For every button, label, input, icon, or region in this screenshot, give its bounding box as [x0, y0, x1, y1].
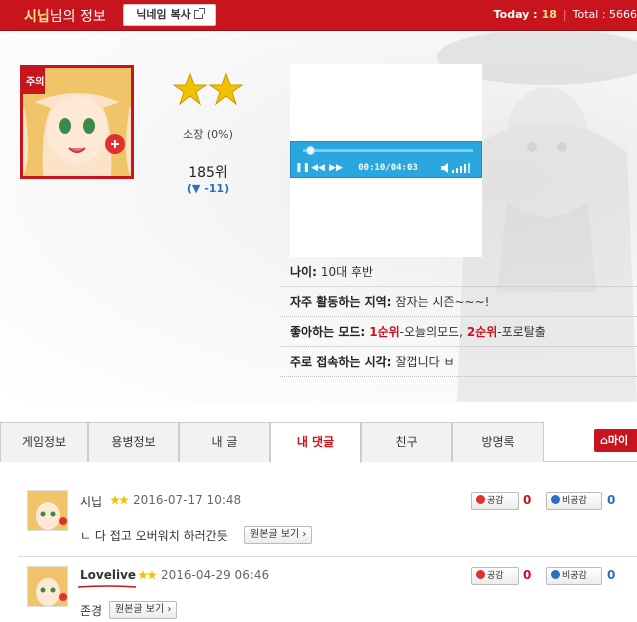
like-count: 0	[523, 493, 532, 507]
external-link-icon	[193, 8, 205, 19]
view-original-button[interactable]: 원본글 보기 ›	[109, 601, 178, 619]
like-icon	[476, 570, 485, 579]
profile-header: 시닙님의 정보 닉네임 복사 Today :18 | Total : 5666	[0, 0, 637, 31]
info-region: 자주 활동하는 지역: 잠자는 시즌~~~!	[280, 287, 637, 317]
visit-stats: Today :18 | Total : 5666	[494, 8, 637, 21]
info-favorite-mode: 좋아하는 모드: 1순위 -오늘의모드, 2순위 -포로탈출	[280, 317, 637, 347]
info-label: 나이:	[290, 265, 317, 279]
tab-mercenary-info[interactable]: 용병정보	[88, 422, 179, 462]
rank-title: 소장 (0%)	[183, 128, 233, 141]
name-underline-decoration	[78, 585, 136, 588]
dislike-button[interactable]: 비공감	[546, 492, 602, 510]
info-label: 좋아하는 모드:	[290, 325, 366, 339]
dislike-label: 비공감	[562, 571, 587, 581]
copy-nickname-label: 닉네임 복사	[136, 8, 191, 21]
profile-tabs: 게임정보 용병정보 내 글 내 댓글 친구 방명록	[0, 422, 637, 463]
page-title: 시닙님의 정보	[24, 6, 106, 26]
rank-stars-icon	[173, 72, 243, 106]
dislike-count: 0	[607, 493, 616, 507]
like-button[interactable]: 공감	[471, 492, 519, 510]
comment-text: ㄴ 다 접고 오버워치 하러간듯	[80, 529, 228, 543]
dislike-label: 비공감	[562, 496, 587, 506]
forward-icon[interactable]: ▶▶	[329, 162, 343, 174]
info-value: 10대 후반	[320, 265, 374, 279]
info-label: 자주 활동하는 지역:	[290, 295, 392, 309]
comment-date: 2016-07-17 10:48	[133, 493, 242, 507]
mode-2: -포로탈출	[497, 325, 546, 339]
info-login-time: 주로 접속하는 시각: 잘껍니다 ㅂ	[280, 347, 637, 377]
info-label: 주로 접속하는 시각:	[290, 355, 392, 369]
info-value: 잘껍니다 ㅂ	[395, 355, 455, 369]
pause-icon[interactable]: ❚❚	[295, 162, 310, 174]
audio-player: ❚❚ ◀◀ ▶▶ 00:10/04:03	[290, 141, 482, 178]
rank-stars-icon	[139, 570, 157, 580]
profile-avatar: 주의	[20, 65, 134, 179]
info-value: 잠자는 시즌~~~!	[395, 295, 490, 309]
like-label: 공감	[487, 496, 504, 506]
comment-date: 2016-04-29 06:46	[161, 568, 270, 582]
username: 시닙	[24, 9, 50, 25]
my-page-label: 마이	[607, 434, 629, 447]
my-page-button[interactable]: ⌂마이	[594, 429, 637, 452]
volume-icon[interactable]	[441, 163, 473, 173]
view-original-button[interactable]: 원본글 보기 ›	[244, 526, 313, 544]
home-icon: ⌂	[600, 434, 608, 447]
dislike-button[interactable]: 비공감	[546, 567, 602, 585]
seek-handle[interactable]	[305, 146, 315, 155]
copy-nickname-button[interactable]: 닉네임 복사	[123, 4, 216, 26]
mode-rank-1: 1순위	[369, 325, 400, 339]
like-icon	[476, 495, 485, 504]
dislike-icon	[551, 495, 560, 504]
info-age: 나이: 10대 후반	[280, 257, 637, 287]
today-label: Today :	[493, 8, 538, 21]
avatar-badge: 주의	[26, 77, 45, 88]
tab-game-info[interactable]: 게임정보	[0, 422, 88, 462]
title-suffix: 님의 정보	[49, 9, 106, 25]
comment-author[interactable]: 시닙	[80, 493, 102, 510]
comment-text: 존경	[80, 604, 103, 618]
tab-my-posts[interactable]: 내 글	[179, 422, 270, 462]
dislike-count: 0	[607, 568, 616, 582]
profile-panel: 주의 소장 (0%) 185위 (▼ -11) ❚❚ ◀◀ ▶▶ 00:10/0…	[0, 32, 637, 402]
rank-change: (▼ -11)	[186, 182, 230, 195]
tab-friends[interactable]: 친구	[361, 422, 452, 462]
dislike-icon	[551, 570, 560, 579]
stats-divider: |	[562, 8, 567, 21]
playback-time: 00:10/04:03	[358, 163, 418, 173]
chevron-right-icon: ›	[299, 529, 307, 540]
tab-guestbook[interactable]: 방명록	[452, 422, 544, 462]
comment-avatar	[27, 566, 68, 607]
view-original-label: 원본글 보기	[250, 529, 300, 540]
like-button[interactable]: 공감	[471, 567, 519, 585]
comment-author[interactable]: Lovelive	[80, 568, 136, 582]
mode-1: -오늘의모드,	[399, 325, 464, 339]
media-panel: ❚❚ ◀◀ ▶▶ 00:10/04:03	[290, 64, 482, 257]
rank-stars-icon	[111, 495, 129, 505]
mode-rank-2: 2순위	[466, 325, 498, 339]
like-label: 공감	[487, 571, 504, 581]
comment-avatar	[27, 490, 68, 531]
view-original-label: 원본글 보기	[115, 604, 165, 615]
rewind-icon[interactable]: ◀◀	[311, 162, 325, 174]
today-count: 18	[541, 8, 557, 21]
comment-divider	[18, 556, 637, 557]
total-label: Total : 5666	[572, 8, 637, 21]
chevron-right-icon: ›	[164, 604, 172, 615]
rank-position: 185위	[188, 165, 228, 181]
seek-bar[interactable]	[303, 149, 473, 152]
tab-my-comments[interactable]: 내 댓글	[270, 422, 361, 463]
like-count: 0	[523, 568, 532, 582]
profile-info-list: 나이: 10대 후반 자주 활동하는 지역: 잠자는 시즌~~~! 좋아하는 모…	[280, 257, 637, 377]
